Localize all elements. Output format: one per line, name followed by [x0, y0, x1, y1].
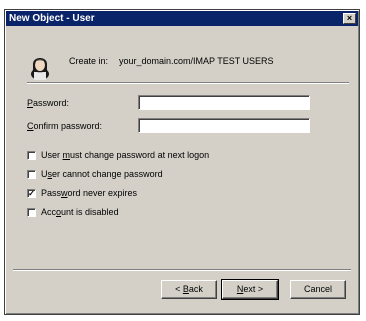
password-label: Password: — [27, 98, 70, 108]
checkbox[interactable]: ✓ — [27, 189, 36, 198]
checkbox[interactable] — [27, 170, 36, 179]
cancel-button[interactable]: Cancel — [290, 280, 346, 299]
back-button[interactable]: < Back — [161, 280, 217, 299]
confirm-password-field[interactable] — [138, 118, 310, 133]
checkbox[interactable] — [27, 208, 36, 217]
create-in-path: your_domain.com/IMAP TEST USERS — [119, 56, 274, 66]
separator-bottom — [13, 269, 351, 271]
title-bar[interactable]: New Object - User × — [6, 11, 358, 26]
password-field[interactable] — [138, 95, 310, 110]
next-button[interactable]: Next > — [221, 279, 279, 300]
close-button[interactable]: × — [343, 13, 356, 24]
option-label: User cannot change password — [41, 169, 163, 179]
user-icon — [31, 58, 49, 80]
check-mark-icon: ✓ — [28, 189, 35, 198]
checkbox[interactable] — [27, 151, 36, 160]
new-object-user-dialog: New Object - User × Create in: your_doma… — [4, 9, 360, 315]
confirm-password-label: Confirm password: — [27, 121, 103, 131]
close-icon: × — [346, 13, 353, 23]
option-label: Password never expires — [41, 188, 138, 198]
option-label: Account is disabled — [41, 207, 119, 217]
create-in-label: Create in: — [69, 56, 109, 66]
window-title: New Object - User — [9, 13, 95, 24]
option-label: User must change password at next logon — [41, 150, 210, 160]
separator-top — [27, 82, 349, 84]
